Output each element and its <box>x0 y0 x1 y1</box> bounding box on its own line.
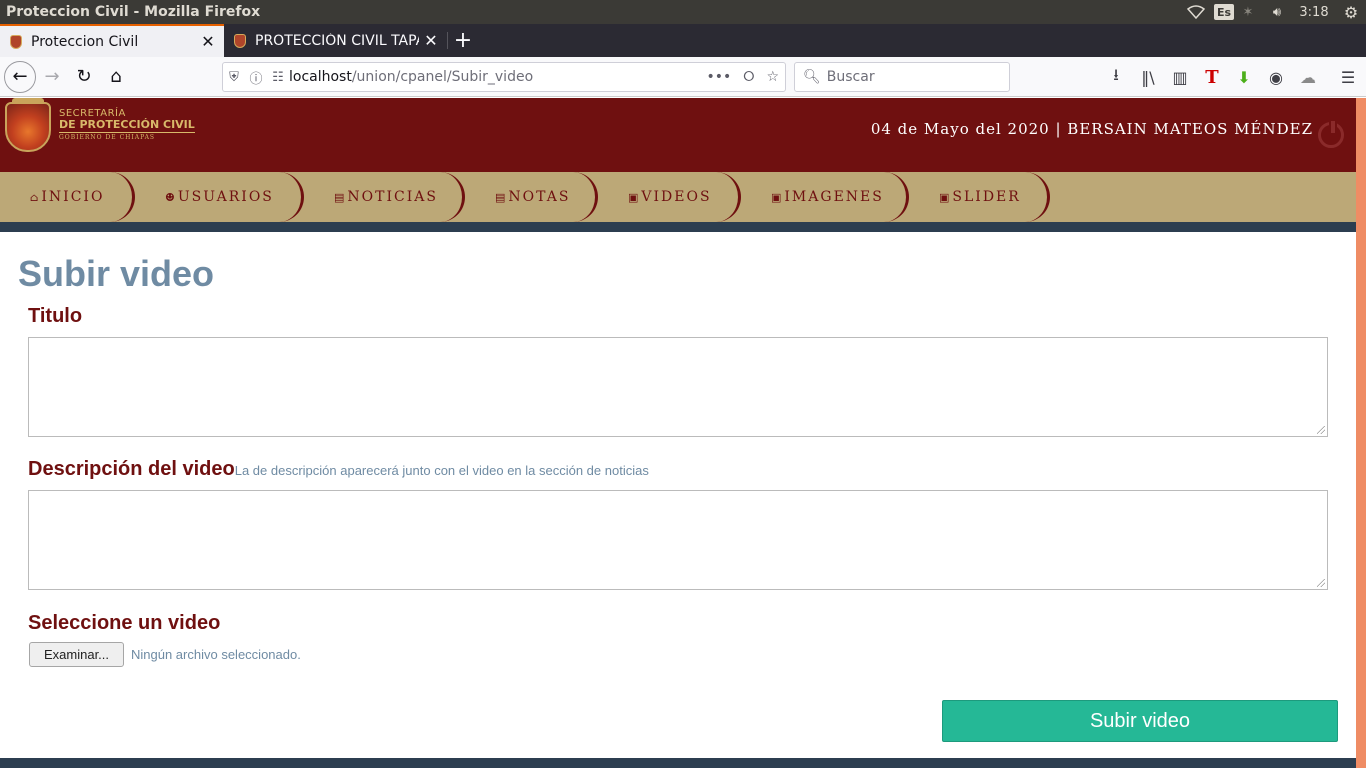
date-and-user: 04 de Mayo del 2020 | BERSAIN MATEOS MÉN… <box>870 120 1313 138</box>
power-icon[interactable] <box>1318 119 1344 148</box>
titulo-label: Titulo <box>28 305 83 327</box>
menu-item-noticias[interactable]: ▤ NOTICIAS <box>304 172 465 222</box>
info-icon[interactable]: ⓘ <box>245 68 267 87</box>
permissions-icon[interactable]: ☷ <box>267 70 289 85</box>
descripcion-label: Descripción del video <box>28 458 235 480</box>
browse-file-button[interactable]: Examinar... <box>29 642 124 667</box>
library-icon[interactable]: ‖\ <box>1132 68 1164 87</box>
bluetooth-icon[interactable]: ✶ <box>1234 0 1262 24</box>
submit-video-button[interactable]: Subir video <box>942 700 1338 742</box>
menu-item-slider[interactable]: ▣ SLIDER <box>909 172 1050 222</box>
url-host: localhost <box>289 69 352 85</box>
page-actions-more-icon[interactable]: ••• <box>706 69 731 85</box>
menu-item-label: IMAGENES <box>784 189 884 205</box>
menu-item-usuarios[interactable]: ☻ USUARIOS <box>135 172 304 222</box>
video-file-icon: ▣ <box>628 190 641 204</box>
toolbar-icons: ⭳ ‖\ ▥ T ⬇ ◉ ☁ ☰ <box>1100 57 1364 97</box>
keyboard-layout-indicator[interactable]: Es <box>1213 4 1234 20</box>
home-icon[interactable]: ⌂ <box>100 61 132 93</box>
menu-item-videos[interactable]: ▣ VIDEOS <box>598 172 741 222</box>
download-icon[interactable]: ⭳ <box>1100 64 1132 91</box>
site-header: SECRETARÍA DE PROTECCIÓN CIVIL GOBIERNO … <box>0 98 1356 172</box>
menu-item-label: USUARIOS <box>177 189 274 205</box>
close-icon[interactable]: ✕ <box>196 32 220 51</box>
image-file-icon: ▣ <box>939 190 952 204</box>
reload-icon[interactable]: ↻ <box>68 61 100 93</box>
menu-item-inicio[interactable]: ⌂ INICIO <box>0 172 135 222</box>
extension-download-icon[interactable]: ⬇ <box>1228 68 1260 87</box>
site-logo[interactable]: SECRETARÍA DE PROTECCIÓN CIVIL GOBIERNO … <box>59 108 195 142</box>
search-icon: 🔍︎ <box>803 69 821 85</box>
users-icon: ☻ <box>165 190 177 204</box>
upload-video-form: Subir video Titulo Descripción del video… <box>0 232 1356 768</box>
main-menu: ⌂ INICIO ☻ USUARIOS ▤ NOTICIAS ▤ NOTAS ▣ VIDE… <box>0 172 1356 222</box>
footer-band <box>0 758 1356 768</box>
menu-item-imagenes[interactable]: ▣ IMAGENES <box>741 172 909 222</box>
wifi-icon[interactable] <box>1178 0 1214 24</box>
settings-gear-icon[interactable]: ⚙ <box>1336 0 1366 24</box>
search-input[interactable]: Buscar <box>827 69 875 85</box>
url-path: /union/cpanel/Subir_video <box>351 69 534 85</box>
favicon-icon <box>10 34 22 49</box>
image-file-icon: ▣ <box>771 190 784 204</box>
logo-line-2: DE PROTECCIÓN CIVIL <box>59 118 195 133</box>
pocket-icon[interactable]: ⭘ <box>743 69 754 85</box>
menu-item-notas[interactable]: ▤ NOTAS <box>465 172 598 222</box>
tab-label: Proteccion Civil <box>31 33 139 50</box>
menu-hamburger-icon[interactable]: ☰ <box>1332 68 1364 87</box>
video-label: Seleccione un video <box>28 612 221 634</box>
home-icon: ⌂ <box>30 190 41 204</box>
new-tab-plus-icon[interactable]: + <box>448 24 478 57</box>
account-icon[interactable]: ◉ <box>1260 68 1292 87</box>
window-title: Proteccion Civil - Mozilla Firefox <box>6 4 261 20</box>
menu-item-label: INICIO <box>41 189 105 205</box>
file-status: Ningún archivo seleccionado. <box>131 647 301 662</box>
favicon-icon <box>234 33 246 48</box>
tab-label: PROTECCIÓN CIVIL TAPA <box>255 32 419 49</box>
forward-arrow-icon[interactable]: → <box>36 61 68 93</box>
shield-icon[interactable]: ⛨ <box>223 70 245 85</box>
os-indicators: Es ✶ 🔊︎ 3:18 ⚙ <box>1178 0 1366 24</box>
file-picker: Examinar... Ningún archivo seleccionado. <box>29 642 301 667</box>
file-text-icon: ▤ <box>495 190 508 204</box>
search-bar[interactable]: 🔍︎ Buscar <box>794 62 1010 92</box>
os-top-bar: Proteccion Civil - Mozilla Firefox Es ✶ … <box>0 0 1366 24</box>
coat-of-arms-icon <box>5 102 51 152</box>
volume-icon[interactable]: 🔊︎ <box>1262 0 1292 24</box>
descripcion-hint: La de descripción aparecerá junto con el… <box>234 463 649 478</box>
titulo-field[interactable] <box>28 337 1328 437</box>
descripcion-label-row: Descripción del videoLa de descripción a… <box>28 458 649 481</box>
extension-cloud-icon[interactable]: ☁ <box>1292 68 1324 87</box>
back-arrow-icon[interactable]: ← <box>4 60 36 93</box>
header-divider <box>0 222 1356 232</box>
tab-proteccion-civil-tapa[interactable]: PROTECCIÓN CIVIL TAPA ✕ <box>224 24 447 57</box>
tab-proteccion-civil[interactable]: Proteccion Civil ✕ <box>0 24 224 57</box>
url-actions: ••• ⭘ ☆ <box>706 69 779 85</box>
page-title: Subir video <box>18 253 215 294</box>
menu-item-label: SLIDER <box>952 189 1021 205</box>
menu-item-label: NOTAS <box>508 189 571 205</box>
logo-line-3: GOBIERNO DE CHIAPAS <box>59 134 156 141</box>
descripcion-field[interactable] <box>28 490 1328 590</box>
tab-strip: Proteccion Civil ✕ PROTECCIÓN CIVIL TAPA… <box>0 24 1366 57</box>
navigation-toolbar: ← → ↻ ⌂ ⛨ ⓘ ☷ localhost/union/cpanel/Sub… <box>0 57 1366 97</box>
extension-t-icon[interactable]: T <box>1196 67 1228 88</box>
clock[interactable]: 3:18 <box>1292 0 1336 24</box>
web-page: SECRETARÍA DE PROTECCIÓN CIVIL GOBIERNO … <box>0 98 1356 768</box>
sidebar-icon[interactable]: ▥ <box>1164 68 1196 87</box>
bookmark-star-icon[interactable]: ☆ <box>766 69 779 85</box>
url-bar[interactable]: ⛨ ⓘ ☷ localhost/union/cpanel/Subir_video… <box>222 62 786 92</box>
menu-item-label: VIDEOS <box>641 189 712 205</box>
menu-item-label: NOTICIAS <box>347 189 438 205</box>
file-icon: ▤ <box>334 190 347 204</box>
page-edge-strip <box>1356 98 1366 768</box>
close-icon[interactable]: ✕ <box>419 31 443 50</box>
